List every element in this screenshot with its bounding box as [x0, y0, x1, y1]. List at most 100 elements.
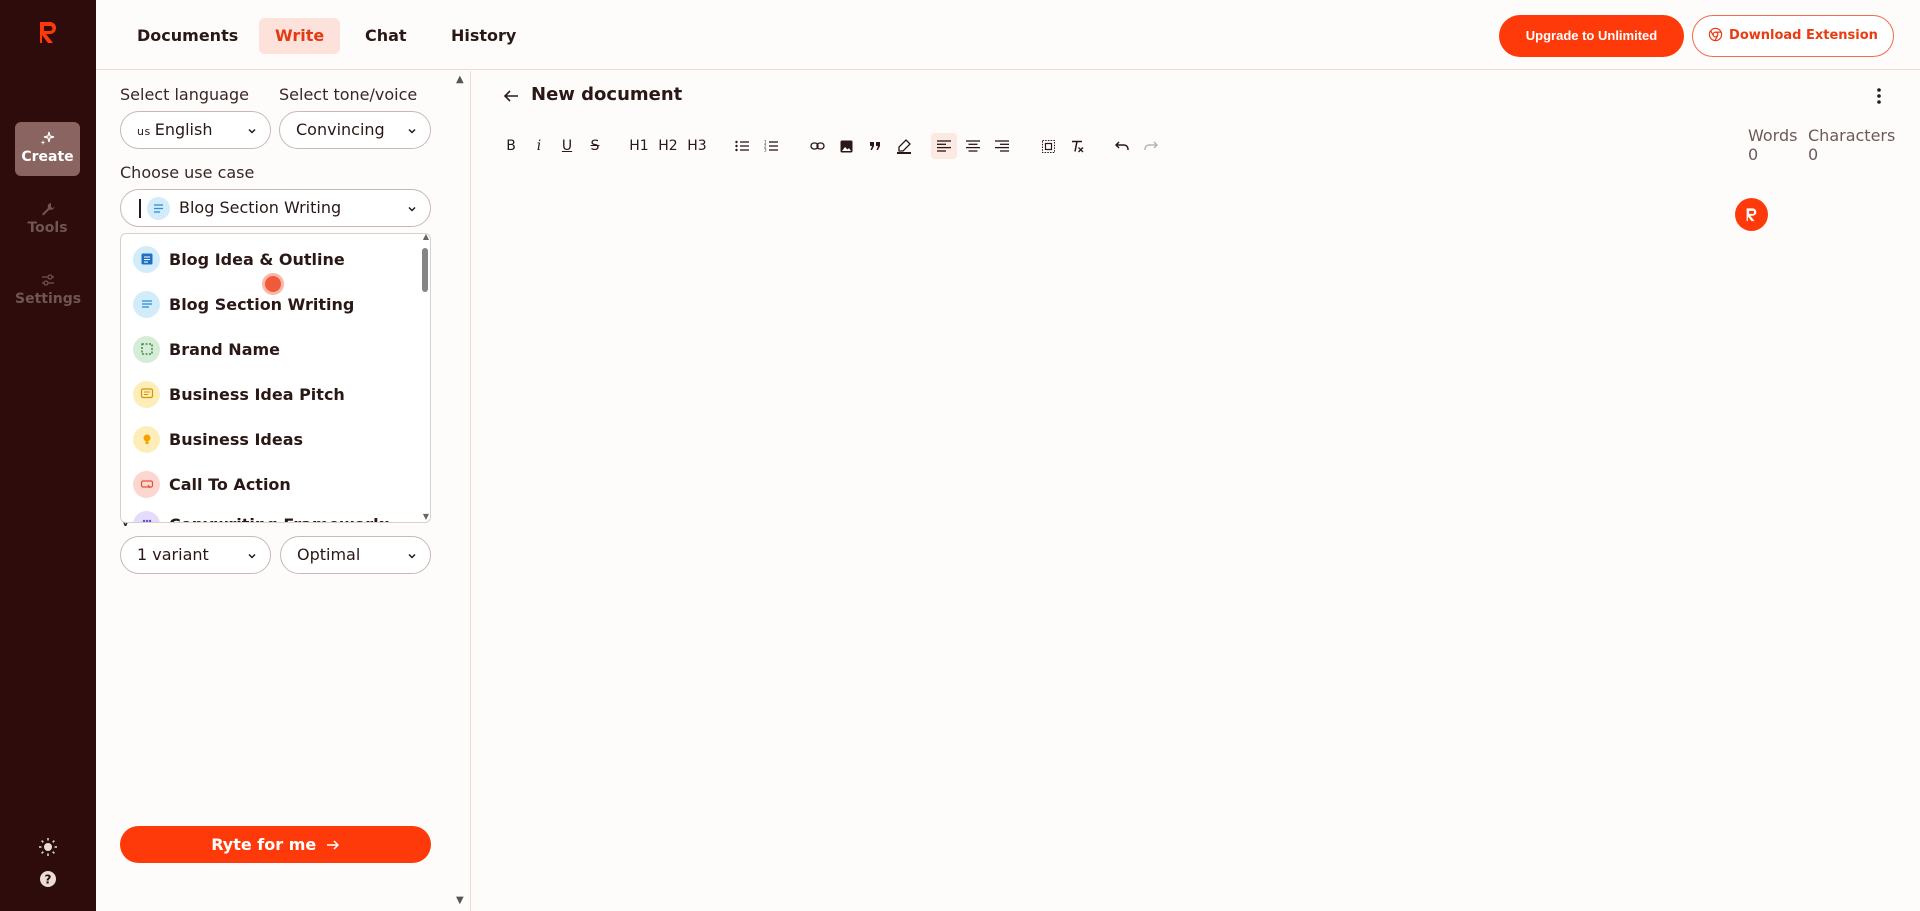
heading2-button[interactable]: H2	[655, 133, 681, 159]
text-caret	[139, 199, 141, 218]
cta-icon	[133, 470, 160, 498]
panel-scroll-up-arrow[interactable]: ▲	[456, 74, 464, 85]
back-arrow-icon[interactable]	[502, 87, 520, 105]
grid-icon	[133, 510, 160, 522]
chevron-down-icon	[408, 553, 416, 559]
usecase-select[interactable]: Blog Section Writing	[120, 189, 431, 227]
usecase-option[interactable]: Brand Name	[133, 331, 280, 367]
usecase-option[interactable]: Call To Action	[133, 466, 291, 502]
rail-item-create[interactable]: Create	[15, 122, 80, 176]
numbered-list-icon[interactable]: 123	[758, 133, 784, 159]
variants-select[interactable]: 1 variant	[120, 536, 271, 574]
upgrade-button[interactable]: Upgrade to Unlimited	[1499, 15, 1684, 57]
lines-icon	[133, 290, 160, 318]
language-select[interactable]: us English	[120, 111, 271, 149]
rail-item-label: Create	[21, 149, 74, 165]
align-right-icon[interactable]	[989, 133, 1015, 159]
usecase-value: Blog Section Writing	[179, 198, 342, 217]
variants-value: 1 variant	[137, 545, 209, 564]
sun-icon[interactable]	[38, 837, 58, 857]
clear-formatting-icon[interactable]	[1064, 133, 1090, 159]
usecase-option-label: Business Ideas	[169, 429, 304, 449]
image-icon[interactable]	[833, 133, 859, 159]
characters-value: 0	[1808, 145, 1819, 164]
dropdown-scroll-up-arrow[interactable]: ▲	[423, 234, 429, 241]
tone-label: Select tone/voice	[279, 85, 418, 104]
quality-value: Optimal	[297, 545, 361, 564]
usecase-option-label: Blog Section Writing	[169, 294, 355, 314]
help-icon[interactable]: ?	[38, 869, 58, 889]
dropdown-scrollbar[interactable]	[422, 248, 428, 292]
usecase-option[interactable]: Copywriting Framework:	[133, 506, 390, 523]
heading1-button[interactable]: H1	[626, 133, 652, 159]
wrench-icon	[41, 203, 54, 216]
quality-select[interactable]: Optimal	[280, 536, 431, 574]
usecase-option[interactable]: Blog Section Writing	[133, 286, 354, 322]
usecase-option[interactable]: Blog Idea & Outline	[133, 241, 345, 277]
pointer-indicator	[262, 273, 284, 295]
tab-chat[interactable]: Chat	[349, 18, 423, 54]
write-panel: ▲ Select language Select tone/voice us En…	[96, 71, 471, 911]
underline-button[interactable]: U	[554, 133, 580, 159]
language-label: Select language	[120, 85, 249, 104]
rail-item-label: Tools	[27, 220, 68, 236]
ryte-logo-icon[interactable]	[36, 18, 60, 46]
sparkle-icon	[40, 131, 54, 145]
svg-text:?: ?	[45, 873, 52, 887]
rail-item-label: Settings	[15, 291, 82, 307]
chevron-down-icon	[248, 553, 256, 559]
document-title[interactable]: New document	[531, 84, 682, 105]
quote-icon[interactable]	[862, 133, 888, 159]
language-value: English	[154, 120, 213, 139]
panel-scroll-down-arrow[interactable]: ▼	[456, 895, 464, 906]
bulb-icon	[133, 425, 160, 453]
tone-value: Convincing	[296, 120, 385, 139]
download-extension-button[interactable]: Download Extension	[1692, 15, 1894, 57]
usecase-label: Choose use case	[120, 163, 255, 182]
rail-item-settings[interactable]: Settings	[15, 264, 82, 318]
usecase-option[interactable]: Business Ideas	[133, 421, 303, 457]
message-icon	[133, 380, 160, 408]
dropdown-scroll-down-arrow[interactable]: ▼	[423, 512, 429, 521]
bullet-list-icon[interactable]	[729, 133, 755, 159]
chrome-icon	[1708, 27, 1723, 42]
assistant-bubble[interactable]	[1735, 198, 1768, 231]
download-extension-label: Download Extension	[1729, 28, 1878, 43]
tab-documents[interactable]: Documents	[121, 18, 254, 54]
lines-icon	[147, 197, 170, 220]
usecase-option-label: Business Idea Pitch	[169, 384, 345, 404]
ryte-for-me-label: Ryte for me	[211, 835, 317, 854]
align-left-icon[interactable]	[931, 133, 957, 159]
characters-label: Characters	[1808, 126, 1896, 145]
frame-icon	[133, 335, 160, 363]
tab-history[interactable]: History	[435, 18, 532, 54]
redo-icon[interactable]	[1138, 133, 1164, 159]
highlight-icon[interactable]	[891, 133, 917, 159]
more-options-icon[interactable]	[1876, 86, 1882, 106]
link-icon[interactable]	[804, 133, 830, 159]
sliders-icon	[41, 274, 54, 286]
undo-icon[interactable]	[1109, 133, 1135, 159]
tab-write[interactable]: Write	[259, 18, 341, 54]
strikethrough-button[interactable]: S	[582, 133, 608, 159]
word-count: Words 0	[1748, 126, 1797, 164]
document-icon	[133, 245, 160, 273]
italic-button[interactable]: i	[526, 133, 552, 159]
select-all-icon[interactable]	[1035, 133, 1061, 159]
arrow-right-icon	[326, 840, 339, 850]
bold-button[interactable]: B	[498, 133, 524, 159]
chevron-down-icon	[408, 206, 416, 212]
svg-text:3: 3	[764, 148, 767, 153]
words-value: 0	[1748, 145, 1759, 164]
chevron-down-icon	[248, 128, 256, 134]
align-center-icon[interactable]	[960, 133, 986, 159]
usecase-option[interactable]: Business Idea Pitch	[133, 376, 345, 412]
words-label: Words	[1748, 126, 1798, 145]
heading3-button[interactable]: H3	[684, 133, 710, 159]
ryte-for-me-button[interactable]: Ryte for me	[120, 826, 431, 863]
tone-select[interactable]: Convincing	[279, 111, 431, 149]
left-rail: Create Tools Settings ?	[0, 0, 96, 911]
rail-item-tools[interactable]: Tools	[15, 193, 80, 247]
usecase-option-label: Copywriting Framework:	[169, 515, 390, 523]
usecase-option-label: Brand Name	[169, 339, 281, 359]
